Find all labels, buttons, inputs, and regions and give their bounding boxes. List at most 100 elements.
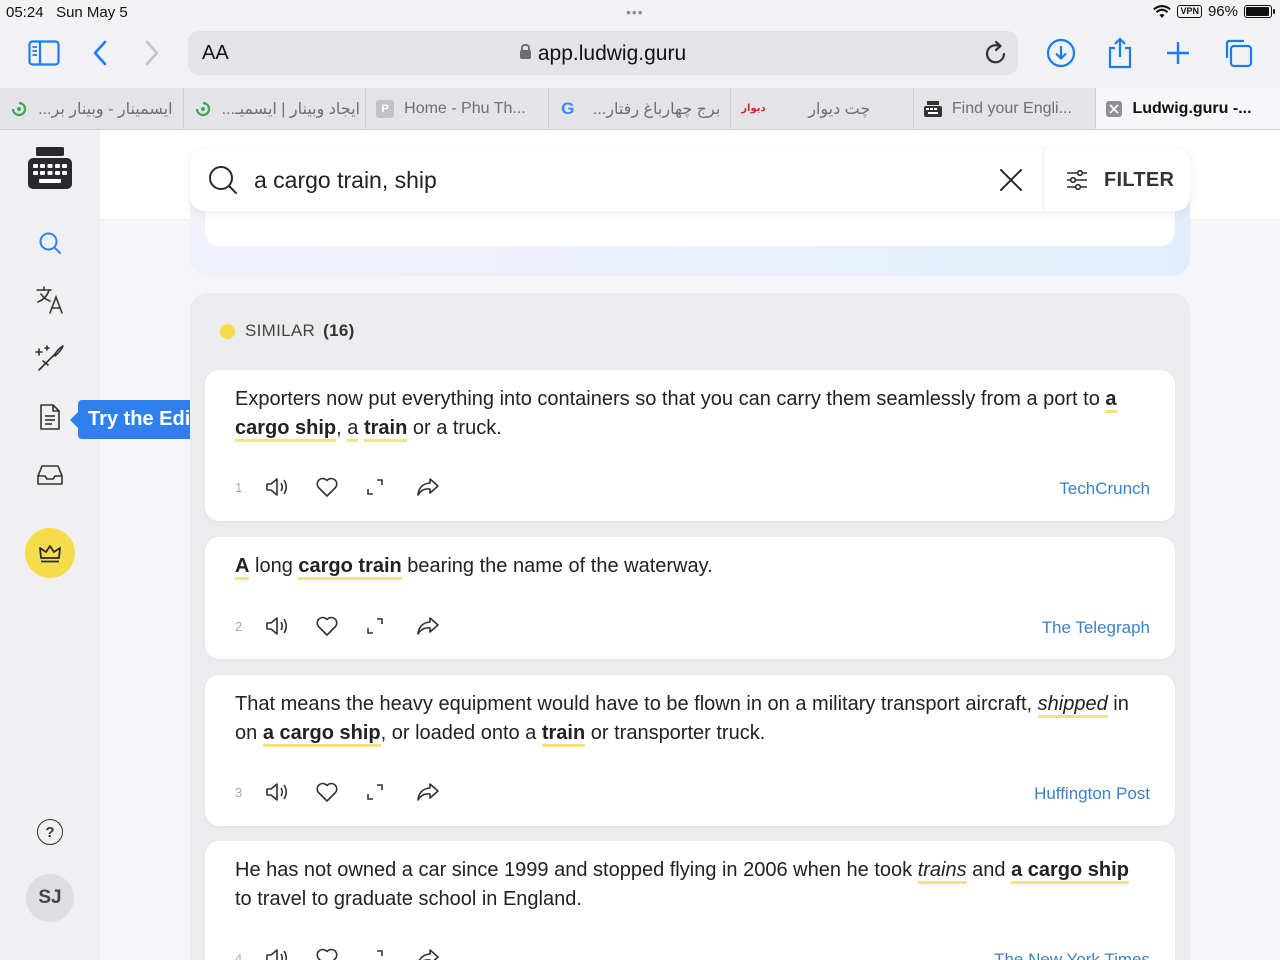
ludwig-page: ? SJ FILTER Try the Editor! SIMILAR (16)…: [0, 130, 1280, 960]
sentence-text: He has not owned a car since 1999 and st…: [235, 859, 918, 881]
tab-divar-chat[interactable]: دیوار چت دیوار: [731, 88, 914, 129]
highlight-match: a: [347, 417, 359, 442]
speaker-icon[interactable]: [265, 942, 315, 960]
sentence-text: That means the heavy equipment would hav…: [235, 693, 1038, 715]
heart-icon[interactable]: [315, 776, 365, 808]
browser-toolbar: AA app.ludwig.guru: [0, 26, 1280, 88]
highlight-match: cargo train: [298, 555, 402, 580]
sentence-text: long: [249, 555, 299, 577]
source-link[interactable]: The New York Times: [994, 950, 1150, 960]
share-arrow-icon[interactable]: [415, 471, 465, 503]
sentence-text: , or loaded onto a: [380, 722, 542, 744]
p-letter-icon: P: [376, 99, 395, 118]
tab-bar: ایسمینار - وبینار بر... ایجاد وبینار | ا…: [0, 88, 1280, 130]
sidebar-toggle-icon[interactable]: [24, 36, 64, 70]
expand-icon[interactable]: [365, 471, 415, 503]
typewriter-icon: [923, 100, 942, 118]
result-card: A long cargo train bearing the name of t…: [205, 537, 1175, 659]
translate-icon[interactable]: [25, 278, 75, 322]
source-link[interactable]: Huffington Post: [1034, 784, 1150, 804]
tab-find-english[interactable]: Find your Engli...: [914, 88, 1097, 129]
result-card: Exporters now put everything into contai…: [205, 370, 1175, 521]
tab-ludwig-active[interactable]: Ludwig.guru -...: [1096, 88, 1280, 129]
status-bar: 05:24 Sun May 5 ••• VPN 96%: [0, 0, 1280, 26]
heart-icon[interactable]: [315, 610, 365, 642]
speaker-icon[interactable]: [265, 776, 315, 808]
result-number: 2: [235, 618, 243, 634]
search-icon: [208, 165, 238, 200]
result-actions: 1: [235, 471, 465, 503]
new-tab-icon[interactable]: [1158, 36, 1198, 70]
reload-icon[interactable]: [984, 40, 1008, 71]
result-number: 4: [235, 950, 243, 960]
sentence-text: ,: [336, 417, 348, 439]
result-actions: 2: [235, 610, 465, 642]
tab-home-phu[interactable]: P Home - Phu Th...: [366, 88, 549, 129]
heart-icon[interactable]: [315, 942, 365, 960]
sentence-text: or a truck.: [407, 417, 502, 439]
inbox-icon[interactable]: [25, 453, 75, 497]
divar-icon: دیوار: [741, 103, 766, 114]
highlight-match: train: [363, 417, 408, 442]
help-icon[interactable]: ?: [37, 819, 63, 845]
app-sidebar: ? SJ: [0, 130, 100, 960]
share-arrow-icon[interactable]: [415, 610, 465, 642]
vpn-badge: VPN: [1177, 5, 1202, 18]
tab-eseminar-1[interactable]: ایسمینار - وبینار بر...: [0, 88, 184, 129]
ludwig-logo[interactable]: [28, 147, 72, 194]
result-sentence[interactable]: Exporters now put everything into contai…: [235, 385, 1149, 443]
url-text[interactable]: app.ludwig.guru: [188, 42, 1018, 66]
result-sentence[interactable]: A long cargo train bearing the name of t…: [235, 552, 1149, 581]
source-link[interactable]: TechCrunch: [1059, 479, 1150, 499]
battery-percent: 96%: [1207, 3, 1238, 20]
expand-icon[interactable]: [365, 610, 415, 642]
result-card: That means the heavy equipment would hav…: [205, 675, 1175, 826]
forward-icon[interactable]: [132, 36, 172, 70]
heart-icon[interactable]: [315, 471, 365, 503]
address-bar[interactable]: AA app.ludwig.guru: [188, 31, 1018, 75]
crown-icon: [39, 545, 61, 563]
tab-overview-icon[interactable]: [1218, 36, 1258, 70]
filter-button[interactable]: FILTER: [1043, 149, 1190, 211]
section-header: SIMILAR (16): [220, 321, 355, 341]
user-avatar[interactable]: SJ: [26, 874, 74, 922]
clear-search-icon[interactable]: [996, 165, 1026, 195]
sentence-text: Exporters now put everything into contai…: [235, 388, 1106, 410]
result-number: 3: [235, 784, 243, 800]
share-icon[interactable]: [1100, 36, 1140, 70]
search-input[interactable]: [254, 162, 954, 198]
sentence-text: or transporter truck.: [585, 722, 766, 744]
highlight-match: a cargo ship: [1011, 859, 1129, 884]
sentence-text: and: [966, 859, 1012, 881]
result-sentence[interactable]: That means the heavy equipment would hav…: [235, 690, 1149, 748]
lock-icon: [519, 44, 531, 59]
multitask-dots[interactable]: •••: [626, 4, 644, 20]
wifi-icon: [1153, 4, 1172, 18]
highlight-variant: shipped: [1037, 693, 1108, 718]
premium-crown-button[interactable]: [25, 528, 75, 578]
result-sentence[interactable]: He has not owned a car since 1999 and st…: [235, 856, 1149, 914]
download-icon[interactable]: [1041, 36, 1081, 70]
source-link[interactable]: The Telegraph: [1042, 618, 1150, 638]
battery-icon: [1244, 5, 1275, 18]
filter-label: FILTER: [1104, 168, 1175, 191]
sidebar-search-icon[interactable]: [25, 221, 75, 265]
share-arrow-icon[interactable]: [415, 776, 465, 808]
search-bar: FILTER: [190, 149, 1190, 211]
magic-wand-icon[interactable]: [25, 336, 75, 380]
section-count: (16): [323, 321, 355, 340]
speaker-icon[interactable]: [265, 471, 315, 503]
expand-icon[interactable]: [365, 942, 415, 960]
tab-eseminar-2[interactable]: ایجاد وبینار | ایسمیـ...: [184, 88, 367, 129]
result-card: He has not owned a car since 1999 and st…: [205, 841, 1175, 960]
expand-icon[interactable]: [365, 776, 415, 808]
speaker-icon[interactable]: [265, 610, 315, 642]
highlight-variant: trains: [917, 859, 967, 884]
sentence-text: to travel to graduate school in England.: [235, 888, 582, 910]
editor-document-icon[interactable]: [25, 395, 75, 439]
close-icon[interactable]: [1106, 100, 1123, 117]
tab-google-search[interactable]: G برج چهارباغ رفتار...: [549, 88, 732, 129]
share-arrow-icon[interactable]: [415, 942, 465, 960]
highlight-match: A: [235, 555, 250, 580]
back-icon[interactable]: [80, 36, 120, 70]
